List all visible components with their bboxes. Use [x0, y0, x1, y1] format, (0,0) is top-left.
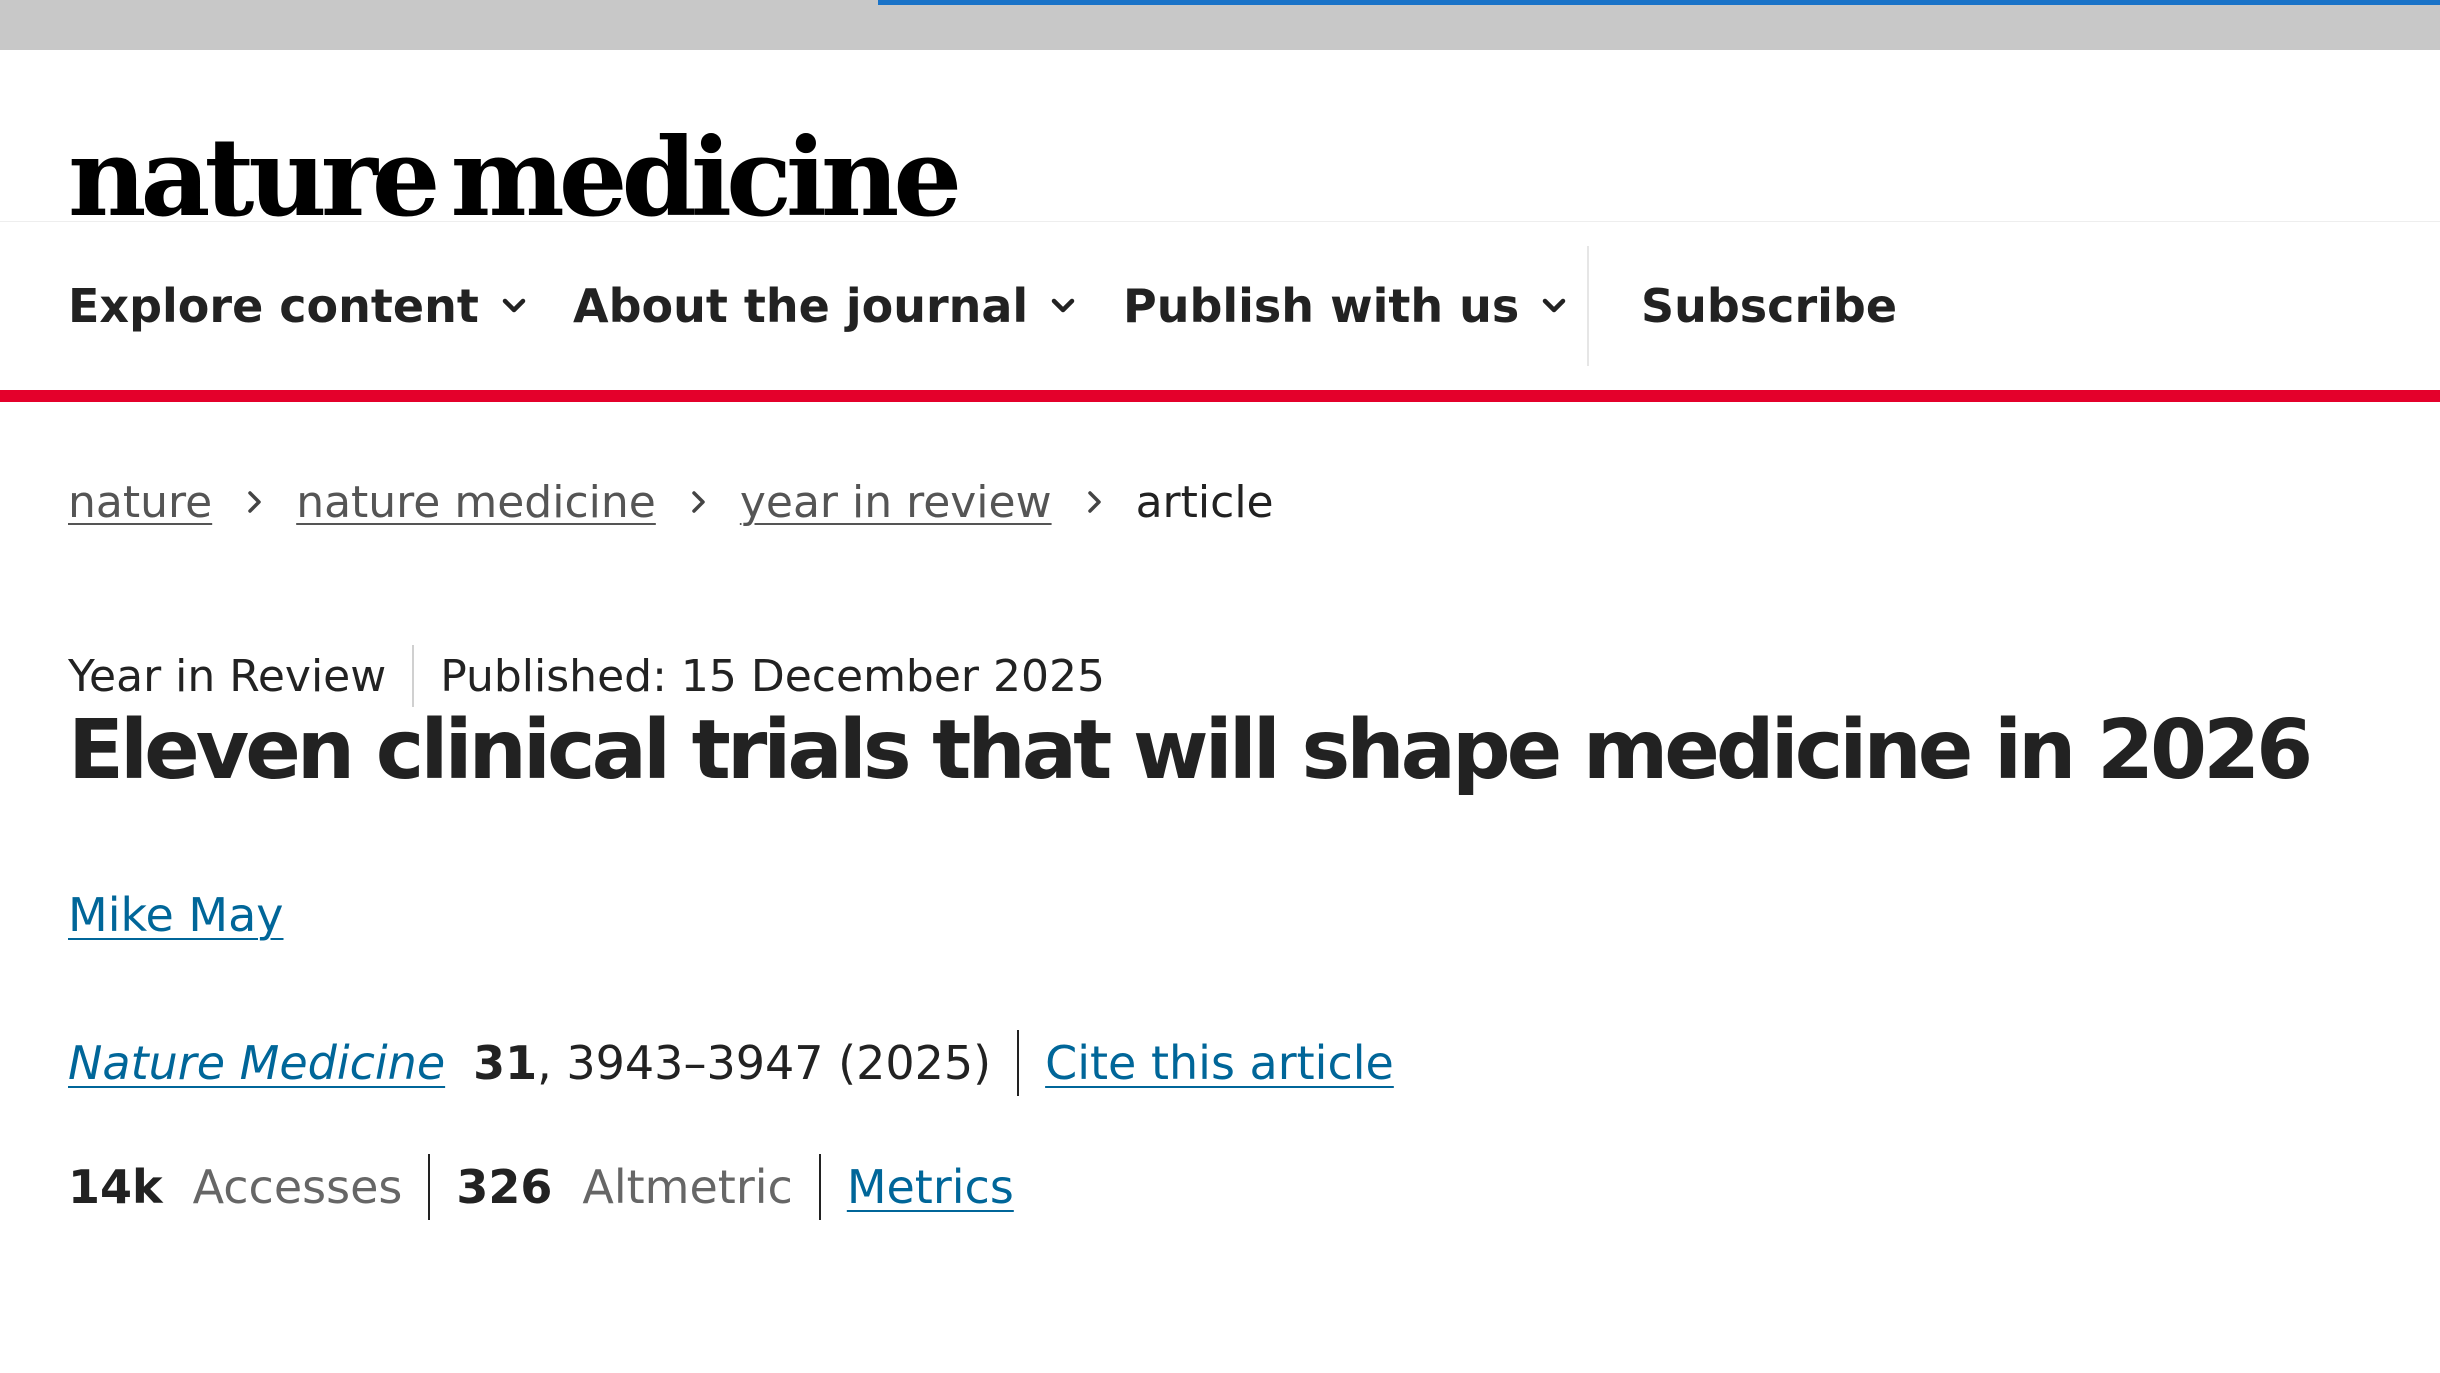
nav-about-the-journal-label: About the journal [573, 279, 1029, 333]
breadcrumb-link-nature-medicine[interactable]: nature medicine [296, 477, 656, 528]
chevron-right-icon [692, 491, 705, 513]
breadcrumb: nature nature medicine year in review ar… [68, 472, 1274, 532]
article-metrics: 14k Accesses 326 Altmetric Metrics [68, 1154, 1014, 1220]
meta-divider [412, 645, 415, 707]
breadcrumb-current: article [1135, 476, 1274, 528]
nav-accent-rule [0, 390, 2440, 402]
nav-subscribe-label: Subscribe [1641, 279, 1898, 333]
main-navigation: Explore content About the journal Publis… [0, 222, 2440, 390]
altmetric-label: Altmetric [582, 1160, 793, 1214]
chevron-down-icon [1051, 298, 1075, 313]
browser-top-strip [0, 0, 2440, 50]
metrics-divider [428, 1154, 431, 1220]
article-type: Year in Review [68, 650, 387, 702]
logo-word-medicine: medicine [450, 115, 963, 241]
volume-number: 31 [473, 1036, 538, 1090]
citation-divider [1017, 1030, 1020, 1096]
cite-this-article-link[interactable]: Cite this article [1045, 1036, 1394, 1090]
metrics-divider [818, 1154, 821, 1220]
article-meta: Year in Review Published: 15 December 20… [68, 645, 1105, 707]
nav-publish-with-us[interactable]: Publish with us [1123, 278, 1569, 334]
site-masthead: nature medicine [0, 50, 2440, 232]
accesses-count: 14k [68, 1160, 163, 1214]
page-loading-bar [878, 0, 2440, 5]
chevron-right-icon [248, 491, 261, 513]
nav-subscribe[interactable]: Subscribe [1641, 278, 1897, 334]
page-range: , 3943–3947 (2025) [537, 1036, 992, 1090]
nav-divider [1587, 246, 1589, 366]
published-date: Published: 15 December 2025 [440, 650, 1105, 702]
nature-medicine-logo[interactable]: nature medicine [68, 115, 963, 241]
chevron-down-icon [1542, 298, 1566, 313]
nav-publish-with-us-label: Publish with us [1123, 279, 1520, 333]
chevron-right-icon [1087, 491, 1101, 513]
citation-line: Nature Medicine 31 , 3943–3947 (2025) Ci… [68, 1030, 1394, 1096]
metrics-link[interactable]: Metrics [847, 1160, 1014, 1214]
author-link[interactable]: Mike May [68, 888, 284, 942]
nav-explore-content-label: Explore content [68, 279, 479, 333]
breadcrumb-link-nature[interactable]: nature [68, 477, 212, 528]
nav-about-the-journal[interactable]: About the journal [573, 278, 1078, 334]
chevron-down-icon [502, 298, 526, 313]
nav-explore-content[interactable]: Explore content [68, 278, 529, 334]
altmetric-score: 326 [456, 1160, 553, 1214]
article-title: Eleven clinical trials that will shape m… [68, 703, 2313, 798]
logo-word-nature: nature [68, 115, 441, 241]
journal-link[interactable]: Nature Medicine [68, 1036, 445, 1090]
accesses-label: Accesses [192, 1160, 403, 1214]
breadcrumb-link-year-in-review[interactable]: year in review [740, 477, 1052, 528]
